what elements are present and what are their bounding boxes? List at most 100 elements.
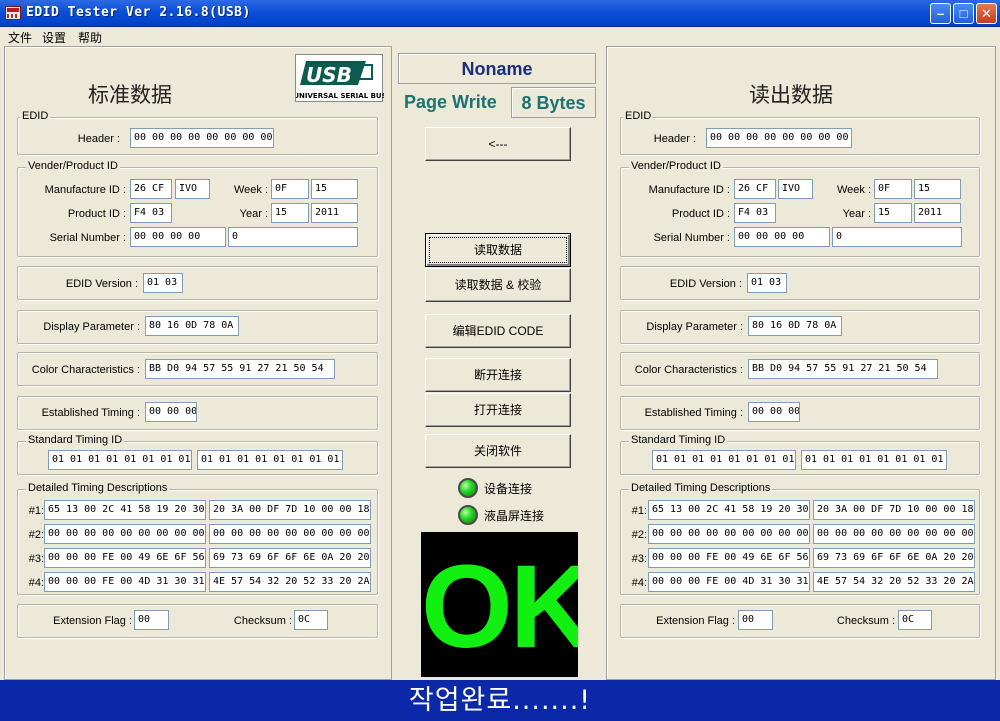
title-bar[interactable]: EDID Tester Ver 2.16.8(USB) – □ ✕ (0, 0, 1000, 27)
right-extension-flag-label: Extension Flag : (656, 615, 735, 627)
connect-button[interactable]: 打开连接 (425, 393, 571, 427)
right-week-label: Week : (836, 184, 871, 196)
right-checksum-field[interactable]: 0C (898, 610, 932, 630)
menu-settings[interactable]: 设置 (42, 29, 66, 46)
right-week-field[interactable]: 15 (914, 179, 961, 199)
right-detailed-3a-field[interactable]: 00 00 00 FE 00 49 6E 6F 56 (648, 548, 810, 568)
manufacture-id-label: Manufacture ID : (44, 184, 126, 196)
right-display-parameter-field[interactable]: 80 16 0D 78 0A (748, 316, 842, 336)
right-year-hex-field[interactable]: 15 (874, 203, 912, 223)
usb-logo: USB UNIVERSAL SERIAL BUS (293, 54, 387, 102)
app-icon[interactable] (5, 6, 21, 20)
right-detailed-2a-field[interactable]: 00 00 00 00 00 00 00 00 00 (648, 524, 810, 544)
standard-timing-field-2[interactable]: 01 01 01 01 01 01 01 01 (197, 450, 343, 470)
right-serial-field[interactable]: 0 (832, 227, 962, 247)
detailed-4a-field[interactable]: 00 00 00 FE 00 4D 31 30 31 (44, 572, 206, 592)
established-timing-label: Established Timing : (41, 407, 140, 419)
close-button[interactable]: ✕ (976, 3, 997, 24)
disconnect-button[interactable]: 断开连接 (425, 358, 571, 392)
right-extension-flag-field[interactable]: 00 (738, 610, 773, 630)
product-id-field[interactable]: F4 03 (130, 203, 172, 223)
right-manufacture-id-label: Manufacture ID : (648, 184, 730, 196)
svg-text:USB: USB (306, 63, 352, 87)
detailed-4b-field[interactable]: 4E 57 54 32 20 52 33 20 2A (209, 572, 371, 592)
right-serial-number-label: Serial Number : (653, 232, 730, 244)
right-week-hex-field[interactable]: 0F (874, 179, 912, 199)
checksum-field[interactable]: 0C (294, 610, 328, 630)
right-established-timing-label: Established Timing : (644, 407, 743, 419)
checksum-label: Checksum : (233, 615, 292, 627)
main-window: EDID Tester Ver 2.16.8(USB) – □ ✕ 文件 设置 … (0, 0, 1000, 721)
right-detailed-1b-field[interactable]: 20 3A 00 DF 7D 10 00 00 18 (813, 500, 975, 520)
right-product-id-field[interactable]: F4 03 (734, 203, 776, 223)
right-detailed-3b-field[interactable]: 69 73 69 6F 6F 6E 0A 20 20 (813, 548, 975, 568)
right-standard-timing-field-2[interactable]: 01 01 01 01 01 01 01 01 (801, 450, 947, 470)
detailed-label-2: #2: (28, 529, 44, 541)
edit-edid-code-button[interactable]: 编辑EDID CODE (425, 314, 571, 348)
edid-version-field[interactable]: 01 03 (143, 273, 183, 293)
device-connect-label: 设备连接 (484, 482, 533, 496)
right-detailed-2b-field[interactable]: 00 00 00 00 00 00 00 00 00 (813, 524, 975, 544)
right-year-label: Year : (842, 208, 871, 220)
right-detailed-1a-field[interactable]: 65 13 00 2C 41 58 19 20 30 (648, 500, 810, 520)
right-product-id-label: Product ID : (671, 208, 730, 220)
manufacture-code-field[interactable]: IVO (175, 179, 210, 199)
right-header-field[interactable]: 00 00 00 00 00 00 00 00 (706, 128, 852, 148)
extension-flag-field[interactable]: 00 (134, 610, 169, 630)
right-established-timing-field[interactable]: 00 00 00 (748, 402, 800, 422)
week-hex-field[interactable]: 0F (271, 179, 309, 199)
display-parameter-field[interactable]: 80 16 0D 78 0A (145, 316, 239, 336)
copy-arrow-button[interactable]: <--- (425, 127, 571, 161)
status-message: 작업완료.......! (0, 680, 1000, 721)
right-color-characteristics-field[interactable]: BB D0 94 57 55 91 27 21 50 54 (748, 359, 938, 379)
maximize-button[interactable]: □ (953, 3, 974, 24)
edid-group-label: EDID (20, 110, 51, 122)
right-standard-timing-field-1[interactable]: 01 01 01 01 01 01 01 01 (652, 450, 796, 470)
right-edid-group-label: EDID (623, 110, 654, 122)
usb-logo-graphic: USB UNIVERSAL SERIAL BUS (293, 61, 387, 100)
detailed-3b-field[interactable]: 69 73 69 6F 6F 6E 0A 20 20 (209, 548, 371, 568)
header-field[interactable]: 00 00 00 00 00 00 00 00 (130, 128, 274, 148)
detailed-label-4: #4: (28, 577, 44, 589)
right-edid-version-field[interactable]: 01 03 (747, 273, 787, 293)
established-timing-field[interactable]: 00 00 00 (145, 402, 197, 422)
manufacture-hex-field[interactable]: 26 CF (130, 179, 172, 199)
right-detailed-4b-field[interactable]: 4E 57 54 32 20 52 33 20 2A (813, 572, 975, 592)
detailed-2a-field[interactable]: 00 00 00 00 00 00 00 00 00 (44, 524, 206, 544)
year-field[interactable]: 2011 (311, 203, 358, 223)
result-display: OK (421, 532, 578, 677)
detailed-1b-field[interactable]: 20 3A 00 DF 7D 10 00 00 18 (209, 500, 371, 520)
window-title: EDID Tester Ver 2.16.8(USB) (26, 5, 251, 20)
right-manufacture-code-field[interactable]: IVO (778, 179, 813, 199)
right-detailed-timing-label: Detailed Timing Descriptions (629, 482, 773, 494)
read-verify-button[interactable]: 读取数据 & 校验 (425, 268, 571, 302)
right-serial-hex-field[interactable]: 00 00 00 00 (734, 227, 830, 247)
right-detailed-4a-field[interactable]: 00 00 00 FE 00 4D 31 30 31 (648, 572, 810, 592)
detailed-label-1: #1: (28, 505, 44, 517)
serial-hex-field[interactable]: 00 00 00 00 (130, 227, 226, 247)
standard-timing-field-1[interactable]: 01 01 01 01 01 01 01 01 (48, 450, 192, 470)
menu-bar: 文件 设置 帮助 (0, 27, 1000, 46)
year-hex-field[interactable]: 15 (271, 203, 309, 223)
detailed-timing-label: Detailed Timing Descriptions (26, 482, 170, 494)
year-label: Year : (239, 208, 268, 220)
right-manufacture-hex-field[interactable]: 26 CF (734, 179, 776, 199)
serial-field[interactable]: 0 (228, 227, 358, 247)
menu-help[interactable]: 帮助 (78, 29, 102, 46)
detailed-3a-field[interactable]: 00 00 00 FE 00 49 6E 6F 56 (44, 548, 206, 568)
device-connect-led-icon (458, 478, 478, 498)
right-checksum-label: Checksum : (836, 615, 895, 627)
lcd-connect-led-icon (458, 505, 478, 525)
detailed-2b-field[interactable]: 00 00 00 00 00 00 00 00 00 (209, 524, 371, 544)
close-software-button[interactable]: 关闭软件 (425, 434, 571, 468)
detailed-1a-field[interactable]: 65 13 00 2C 41 58 19 20 30 (44, 500, 206, 520)
week-field[interactable]: 15 (311, 179, 358, 199)
right-year-field[interactable]: 2011 (914, 203, 961, 223)
menu-file[interactable]: 文件 (8, 29, 32, 46)
right-detailed-label-2: #2: (631, 529, 647, 541)
read-data-button[interactable]: 读取数据 (425, 233, 571, 267)
minimize-button[interactable]: – (930, 3, 951, 24)
model-name-display: Noname (398, 53, 596, 84)
serial-number-label: Serial Number : (49, 232, 126, 244)
color-characteristics-field[interactable]: BB D0 94 57 55 91 27 21 50 54 (145, 359, 335, 379)
